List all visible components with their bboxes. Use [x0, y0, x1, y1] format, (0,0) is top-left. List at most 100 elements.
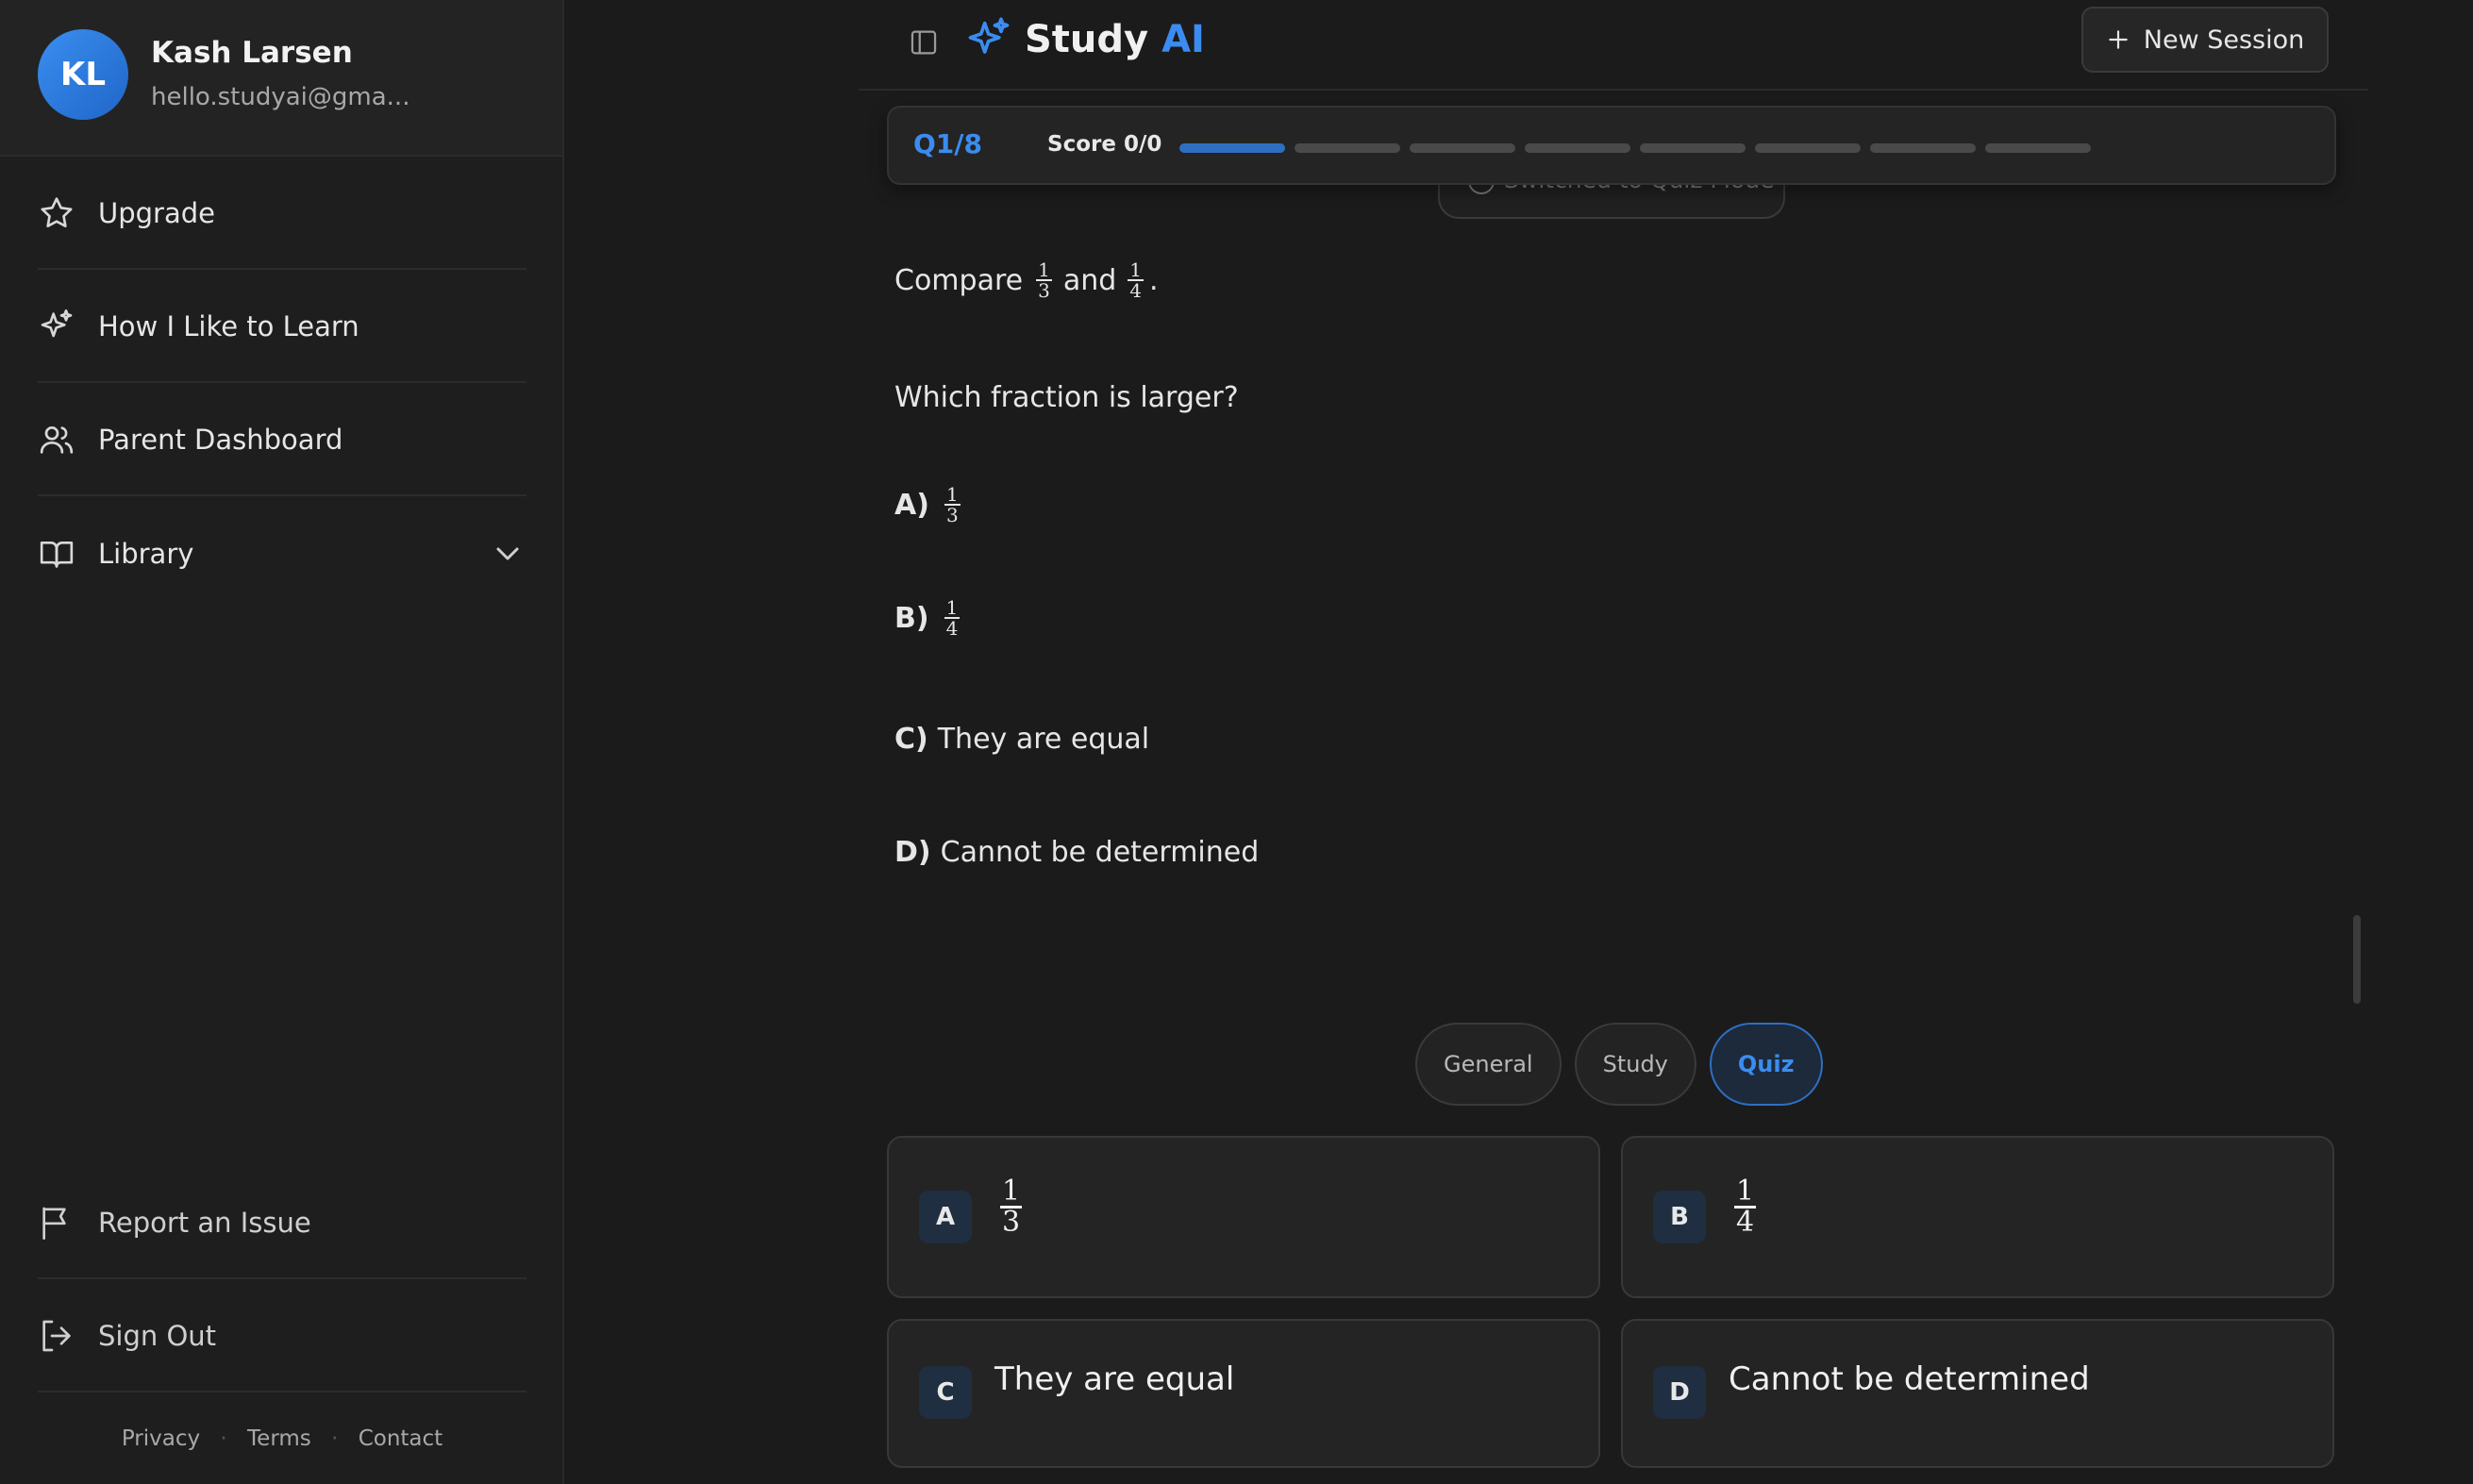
progress-segment	[1525, 143, 1630, 153]
mode-switcher: General Study Quiz	[1415, 1023, 1836, 1106]
mode-general-button[interactable]: General	[1415, 1023, 1562, 1106]
mode-study-button[interactable]: Study	[1574, 1023, 1696, 1106]
progress-segment	[1640, 143, 1746, 153]
fraction-numerator: 1	[1000, 1175, 1023, 1209]
option-text: They are equal	[937, 723, 1150, 756]
users-icon	[38, 421, 75, 459]
new-session-label: New Session	[2143, 25, 2305, 55]
answer-letter-badge: C	[919, 1366, 972, 1419]
sign-out-button[interactable]: Sign Out	[38, 1281, 526, 1392]
fraction-numerator: 1	[944, 596, 961, 619]
fraction: 1 3	[1036, 260, 1052, 300]
and-word: and	[1062, 263, 1117, 297]
fraction-denominator: 4	[1736, 1206, 1755, 1239]
report-issue-button[interactable]: Report an Issue	[38, 1168, 526, 1279]
sidebar: KL Kash Larsen hello.studyai@gma... Upgr…	[0, 0, 564, 1484]
answer-card-b[interactable]: B 1 4	[1621, 1136, 2334, 1298]
sidebar-item-label: Parent Dashboard	[98, 424, 343, 456]
header-divider	[859, 89, 2368, 91]
answer-content: 1 3	[994, 1177, 1028, 1237]
progress-segment	[1755, 143, 1861, 153]
answer-content: 1 4	[1729, 1177, 1762, 1237]
sign-out-label: Sign Out	[98, 1320, 217, 1352]
fraction: 1 3	[1000, 1175, 1023, 1239]
option-line-a: A) 1 3	[894, 485, 966, 525]
avatar: KL	[38, 29, 128, 120]
answer-card-a[interactable]: A 1 3	[887, 1136, 1600, 1298]
brand-title-main: Study	[1025, 18, 1149, 61]
answer-text: They are equal	[994, 1360, 1235, 1398]
answer-card-d[interactable]: D Cannot be determined	[1621, 1319, 2334, 1468]
sidebar-item-parent-dashboard[interactable]: Parent Dashboard	[38, 385, 526, 496]
question-text: Which fraction is larger?	[894, 381, 1239, 414]
report-issue-label: Report an Issue	[98, 1207, 311, 1239]
fraction-numerator: 1	[1128, 258, 1145, 281]
mode-quiz-button[interactable]: Quiz	[1709, 1023, 1823, 1106]
mode-switch-toast: Switched to Quiz Mode	[1438, 179, 1785, 219]
question-text-content: Which fraction is larger?	[894, 381, 1239, 414]
progress-segment	[1985, 143, 2091, 153]
fraction-numerator: 1	[944, 483, 961, 506]
sidebar-item-library[interactable]: Library	[38, 498, 526, 609]
fraction: 1 4	[1734, 1175, 1757, 1239]
score-display: Score 0/0	[1047, 132, 1162, 157]
progress-segments	[1179, 143, 2100, 153]
contact-link[interactable]: Contact	[359, 1426, 443, 1451]
fraction-numerator: 1	[1036, 258, 1052, 281]
star-icon	[38, 194, 75, 232]
answer-card-c[interactable]: C They are equal	[887, 1319, 1600, 1468]
user-card[interactable]: KL Kash Larsen hello.studyai@gma...	[0, 0, 562, 157]
sidebar-item-upgrade[interactable]: Upgrade	[38, 158, 526, 270]
option-line-c: C) They are equal	[894, 723, 1149, 756]
fraction-numerator: 1	[1734, 1175, 1757, 1209]
user-name: Kash Larsen	[151, 36, 353, 70]
new-session-button[interactable]: New Session	[2081, 7, 2329, 73]
fraction-denominator: 4	[1129, 279, 1143, 302]
option-line-b: B) 1 4	[894, 598, 965, 638]
period: .	[1149, 263, 1159, 297]
fraction: 1 4	[944, 598, 961, 638]
terms-link[interactable]: Terms	[247, 1426, 311, 1451]
answer-letter-badge: A	[919, 1191, 972, 1243]
progress-segment	[1179, 143, 1285, 153]
sidebar-toggle-icon	[911, 30, 937, 55]
progress-segment	[1870, 143, 1976, 153]
privacy-link[interactable]: Privacy	[122, 1426, 200, 1451]
answer-text: Cannot be determined	[1729, 1360, 2090, 1398]
progress-segment	[1410, 143, 1515, 153]
option-letter: A)	[894, 488, 929, 522]
flag-icon	[38, 1204, 75, 1242]
option-letter: C)	[894, 723, 928, 756]
answer-letter-badge: B	[1653, 1191, 1706, 1243]
scrollbar-thumb[interactable]	[2353, 915, 2361, 1004]
plus-icon	[2109, 30, 2128, 49]
brand: Study AI	[964, 11, 1205, 68]
question-counter: Q1/8	[913, 128, 982, 159]
footer-links: Privacy · Terms · Contact	[38, 1426, 526, 1451]
option-text: Cannot be determined	[940, 836, 1260, 869]
option-line-d: D) Cannot be determined	[894, 836, 1259, 869]
compare-word: Compare	[894, 263, 1024, 297]
panel-toggle-button[interactable]	[906, 25, 942, 60]
brand-title: Study AI	[1025, 18, 1205, 61]
option-letter: D)	[894, 836, 931, 869]
quiz-progress-bar: Q1/8 Score 0/0	[887, 106, 2336, 185]
footer-separator: ·	[220, 1426, 227, 1451]
answer-letter-badge: D	[1653, 1366, 1706, 1419]
brand-title-accent: AI	[1161, 18, 1205, 61]
sidebar-item-label: Library	[98, 538, 194, 570]
sidebar-item-label: How I Like to Learn	[98, 310, 359, 342]
fraction-denominator: 4	[945, 617, 959, 640]
sign-out-icon	[38, 1317, 75, 1355]
progress-segment	[1295, 143, 1400, 153]
option-letter: B)	[894, 601, 929, 635]
fraction-denominator: 3	[1038, 279, 1050, 302]
book-open-icon	[38, 535, 75, 573]
fraction-denominator: 3	[1002, 1206, 1021, 1239]
chevron-down-icon[interactable]	[489, 535, 526, 573]
sidebar-item-how-i-like-to-learn[interactable]: How I Like to Learn	[38, 272, 526, 383]
app-root: KL Kash Larsen hello.studyai@gma... Upgr…	[0, 0, 2473, 1484]
sidebar-item-label: Upgrade	[98, 197, 215, 229]
question-intro: Compare 1 3 and 1 4 .	[894, 260, 1159, 300]
sparkles-icon	[38, 308, 75, 345]
